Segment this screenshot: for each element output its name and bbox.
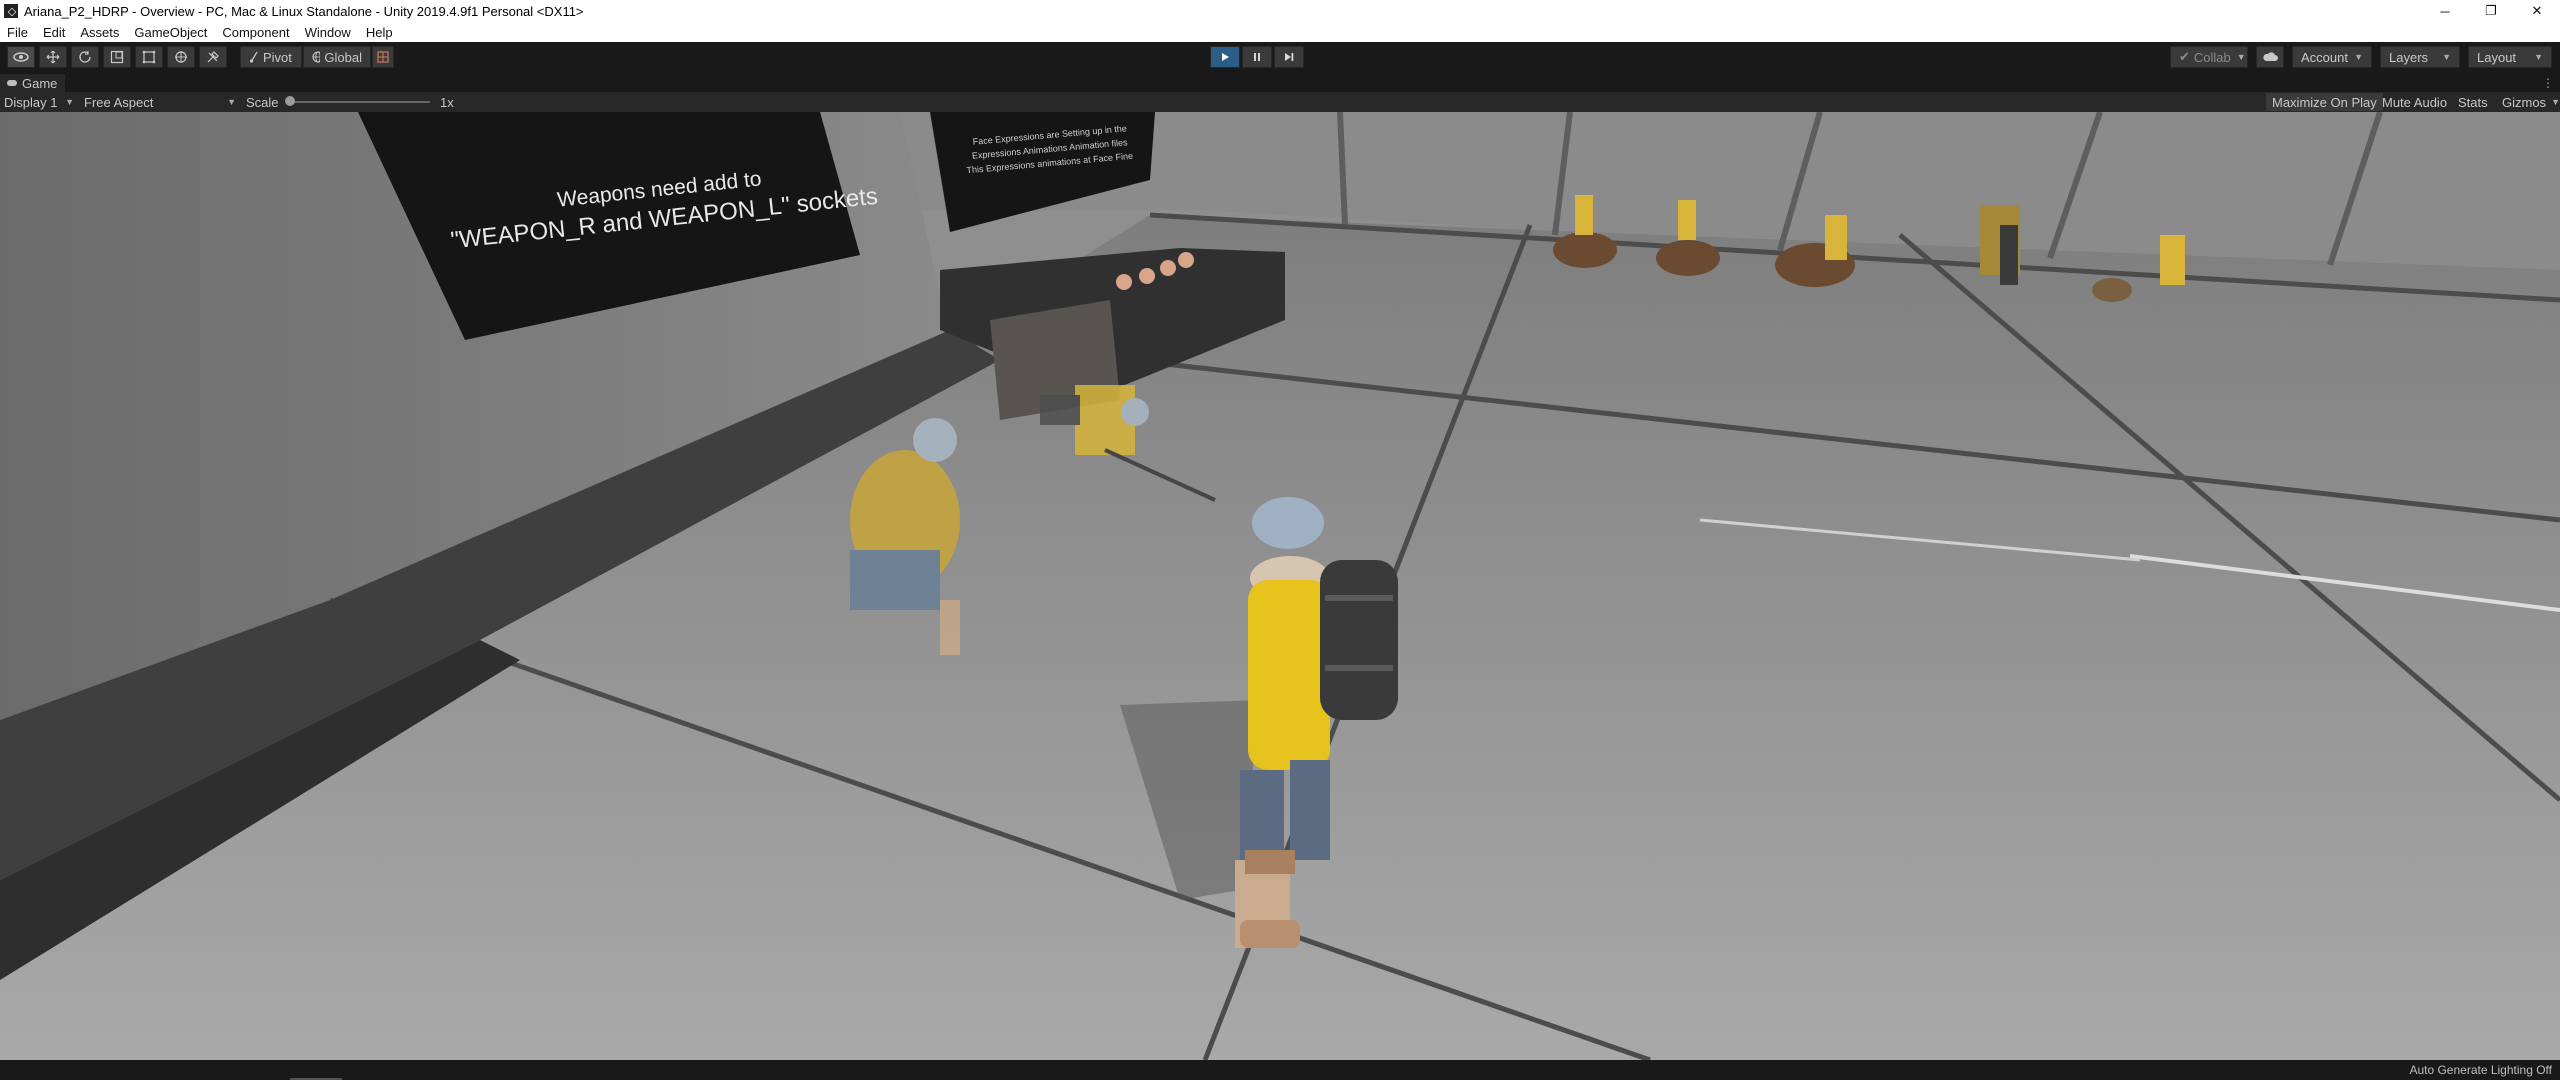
tab-game[interactable]: Game (0, 74, 66, 92)
layout-label: Layout (2477, 49, 2517, 65)
menu-component[interactable]: Component (215, 25, 297, 40)
account-dropdown[interactable]: Account ▼ (2292, 46, 2372, 68)
step-icon (1285, 53, 1294, 61)
mute-audio-toggle[interactable]: Mute Audio (2376, 93, 2453, 111)
move-tool-button[interactable] (39, 46, 67, 68)
menu-window[interactable]: Window (298, 25, 359, 40)
custom-tool-button[interactable] (199, 46, 227, 68)
chevron-down-icon: ▼ (227, 97, 236, 107)
collab-dropdown[interactable]: ✔ Collab ▼ (2170, 46, 2248, 68)
layout-dropdown[interactable]: Layout ▼ (2468, 46, 2552, 68)
game-controller-icon (7, 80, 17, 86)
chevron-down-icon: ▼ (2551, 97, 2560, 107)
maximize-on-play-toggle[interactable]: Maximize On Play (2266, 93, 2383, 111)
pause-icon (1254, 53, 1260, 61)
rect-icon (142, 50, 156, 64)
scale-icon (110, 50, 124, 64)
unity-logo-icon (4, 4, 18, 18)
cloud-button[interactable] (2256, 46, 2284, 68)
scale-slider-track[interactable] (288, 101, 430, 103)
check-icon: ✔ (2179, 49, 2190, 64)
gizmos-dropdown[interactable]: Gizmos ▼ (2496, 93, 2560, 111)
transform-tool-button[interactable] (167, 46, 195, 68)
chevron-down-icon: ▼ (2354, 52, 2363, 62)
step-button[interactable] (1274, 46, 1304, 68)
kebab-menu-icon: ⋮ (2542, 76, 2554, 90)
grid-snap-icon (377, 51, 389, 63)
play-icon (1222, 53, 1229, 61)
move-icon (46, 50, 60, 64)
aspect-dropdown[interactable]: Free Aspect ▼ (84, 92, 236, 112)
layers-label: Layers (2389, 49, 2429, 65)
pivot-label: Pivot (263, 49, 292, 65)
gizmos-label: Gizmos (2502, 94, 2547, 110)
game-viewport[interactable]: Weapons need add to "WEAPON_R and WEAPON… (0, 112, 2560, 1060)
layers-dropdown[interactable]: Layers ▼ (2380, 46, 2460, 68)
window-controls: ─ ❐ ✕ (2422, 0, 2560, 22)
title-bar: Ariana_P2_HDRP - Overview - PC, Mac & Li… (0, 0, 2560, 22)
transform-icon (175, 51, 187, 63)
chevron-down-icon: ▼ (2442, 52, 2451, 62)
account-label: Account (2301, 49, 2348, 65)
display-dropdown[interactable]: Display 1 ▼ (4, 92, 76, 112)
head-prop (1160, 260, 1176, 276)
play-button[interactable] (1210, 46, 1240, 68)
tab-row (0, 74, 2560, 92)
chevron-down-icon: ▼ (2534, 52, 2543, 62)
menu-assets[interactable]: Assets (73, 25, 127, 40)
tab-game-label: Game (22, 75, 58, 91)
pivot-icon (249, 51, 258, 63)
aspect-label: Free Aspect (84, 94, 154, 110)
head-prop (1178, 252, 1194, 268)
menu-bar: File Edit Assets GameObject Component Wi… (0, 22, 2560, 42)
scale-value: 1x (440, 94, 454, 110)
head-prop (1116, 274, 1132, 290)
chevron-down-icon: ▼ (2236, 52, 2246, 62)
hand-tool-button[interactable] (7, 46, 35, 68)
status-text: Auto Generate Lighting Off (2409, 1063, 2552, 1077)
menu-help[interactable]: Help (359, 25, 401, 40)
globe-icon (312, 51, 321, 63)
scale-label: Scale (246, 94, 279, 110)
menu-file[interactable]: File (0, 25, 36, 40)
chevron-down-icon: ▼ (65, 97, 74, 107)
scale-slider-thumb[interactable] (285, 96, 295, 106)
collab-label: Collab (2193, 49, 2231, 65)
game-scene: Weapons need add to "WEAPON_R and WEAPON… (0, 112, 2560, 1060)
minimize-button[interactable]: ─ (2422, 0, 2468, 22)
hand-icon (13, 52, 29, 62)
tab-menu-button[interactable]: ⋮ (2542, 74, 2554, 92)
custom-tool-icon (207, 51, 219, 63)
status-bar (0, 1060, 2560, 1080)
scale-tool-button[interactable] (103, 46, 131, 68)
snap-toggle-button[interactable] (372, 46, 394, 68)
global-label: Global (324, 49, 362, 65)
head-prop (1139, 268, 1155, 284)
restore-button[interactable]: ❐ (2468, 0, 2514, 22)
display-label: Display 1 (4, 94, 58, 110)
rotate-icon (79, 51, 91, 63)
menu-edit[interactable]: Edit (36, 25, 73, 40)
global-toggle[interactable]: Global (303, 46, 371, 68)
menu-gameobject[interactable]: GameObject (127, 25, 215, 40)
stats-toggle[interactable]: Stats (2452, 93, 2494, 111)
pause-button[interactable] (1242, 46, 1272, 68)
window-title: Ariana_P2_HDRP - Overview - PC, Mac & Li… (24, 3, 584, 19)
rect-tool-button[interactable] (135, 46, 163, 68)
cloud-icon (2263, 52, 2278, 61)
rotate-tool-button[interactable] (71, 46, 99, 68)
close-button[interactable]: ✕ (2514, 0, 2560, 22)
pivot-toggle[interactable]: Pivot (240, 46, 302, 68)
